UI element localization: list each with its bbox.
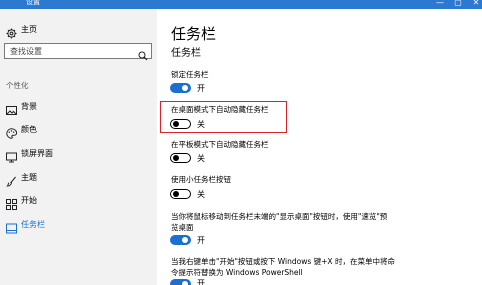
toggle-state-text: 开 xyxy=(197,84,205,93)
sidebar-item-background[interactable]: 背景 xyxy=(0,96,157,118)
sidebar-item-start[interactable]: 开始 xyxy=(0,190,157,212)
sidebar-item-label: 背景 xyxy=(21,102,37,111)
toggle-state-text: 关 xyxy=(197,154,205,163)
setting-powershell-label-line1: 当我右键单击"开始"按钮或按下 Windows 键+X 时，在菜单中将命 xyxy=(171,257,395,266)
sidebar-item-label: 主页 xyxy=(21,25,37,34)
lock-taskbar-toggle[interactable] xyxy=(170,83,191,93)
setting-powershell-label-line2: 令提示符替换为 Windows PowerShell xyxy=(171,268,303,277)
sidebar-item-lockscreen[interactable]: 锁屏界面 xyxy=(0,143,157,165)
sidebar-item-label: 任务栏 xyxy=(21,220,45,229)
toggle-state-text: 开 xyxy=(197,236,205,245)
sidebar-item-home[interactable]: 主页 xyxy=(0,19,157,41)
setting-autohide-tablet-label: 在平板模式下自动隐藏任务栏 xyxy=(171,140,269,149)
taskbar-icon xyxy=(6,219,17,234)
title-bar: 设置 — ▢ ✕ xyxy=(0,0,482,9)
maximize-button[interactable]: ▢ xyxy=(452,0,464,8)
sidebar-item-themes[interactable]: 主题 xyxy=(0,167,157,189)
search-input[interactable]: 查找设置 xyxy=(4,43,152,61)
sidebar-item-label: 主题 xyxy=(21,173,37,182)
setting-lock-taskbar-label: 锁定任务栏 xyxy=(171,70,209,79)
setting-peek-label-line2: 览桌面 xyxy=(171,223,194,232)
page-title: 任务栏 xyxy=(171,25,217,43)
small-buttons-toggle[interactable] xyxy=(170,189,191,199)
brush-icon xyxy=(6,172,17,187)
sidebar-item-taskbar[interactable]: 任务栏 xyxy=(0,214,157,236)
setting-small-buttons-label: 使用小任务栏按钮 xyxy=(171,175,231,184)
peek-toggle[interactable] xyxy=(170,235,191,245)
gear-icon xyxy=(6,24,17,39)
autohide-tablet-toggle[interactable] xyxy=(170,153,191,163)
sidebar-item-colors[interactable]: 颜色 xyxy=(0,119,157,141)
toggle-knob xyxy=(182,281,188,285)
section-heading: 任务栏 xyxy=(171,48,201,59)
highlight-box xyxy=(160,101,287,133)
toggle-knob xyxy=(173,155,179,161)
toggle-state-text: 开 xyxy=(197,279,205,285)
sidebar-item-label: 颜色 xyxy=(21,125,37,134)
minimize-button[interactable]: — xyxy=(434,0,446,8)
palette-icon xyxy=(6,124,18,139)
setting-peek-label-line1: 当你将鼠标移动到任务栏末端的"显示桌面"按钮时，使用"速览"预 xyxy=(171,212,388,221)
section-label: 个性化 xyxy=(6,81,29,90)
window-title: 设置 xyxy=(26,0,40,6)
powershell-toggle[interactable] xyxy=(170,279,191,285)
search-icon xyxy=(138,46,148,61)
search-placeholder: 查找设置 xyxy=(10,47,42,56)
toggle-knob xyxy=(173,191,179,197)
toggle-state-text: 关 xyxy=(197,190,205,199)
monitor-icon xyxy=(6,148,17,163)
sidebar-item-label: 开始 xyxy=(21,196,37,205)
image-icon xyxy=(6,101,17,115)
close-button[interactable]: ✕ xyxy=(470,0,482,8)
main-content: 任务栏 任务栏 锁定任务栏 开 在桌面模式下自动隐藏任务栏 关 在平板模式下自动… xyxy=(157,9,482,285)
sidebar-item-label: 锁屏界面 xyxy=(21,149,53,158)
toggle-knob xyxy=(182,237,188,243)
toggle-knob xyxy=(182,85,188,91)
grid-icon xyxy=(6,195,17,210)
sidebar: 主页 查找设置 个性化 背景 颜色 锁屏界面 主题 开始 任务栏 xyxy=(0,9,157,285)
